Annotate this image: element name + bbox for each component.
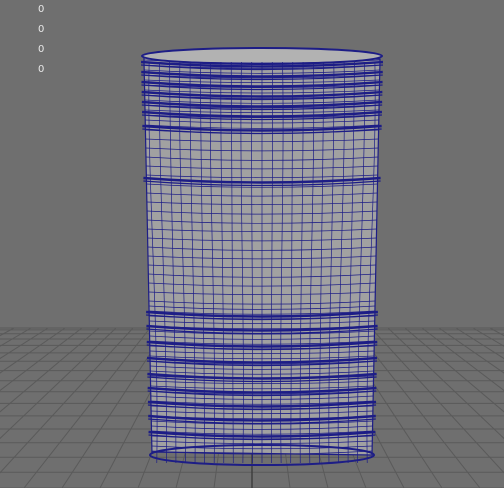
grid-line [0, 327, 49, 360]
grid-line [0, 327, 117, 440]
scene-canvas[interactable] [0, 0, 504, 488]
grid-line [489, 327, 504, 337]
grid-line [23, 327, 151, 488]
grid-line [0, 327, 15, 337]
grid-line [404, 327, 504, 413]
barrel-mesh[interactable] [140, 47, 384, 466]
hud-readout: 0 0 0 0 [38, 0, 44, 80]
hud-line-3: 0 [38, 44, 45, 55]
3d-viewport[interactable]: 0 0 0 0 [0, 0, 504, 488]
grid-line [455, 327, 504, 360]
hud-line-2: 0 [38, 24, 45, 35]
grid-line [421, 327, 504, 392]
grid-line [387, 327, 504, 440]
hud-line-4: 0 [38, 64, 45, 75]
grid-line [0, 327, 83, 392]
grid-line [0, 327, 100, 413]
hud-line-1: 0 [38, 4, 45, 15]
